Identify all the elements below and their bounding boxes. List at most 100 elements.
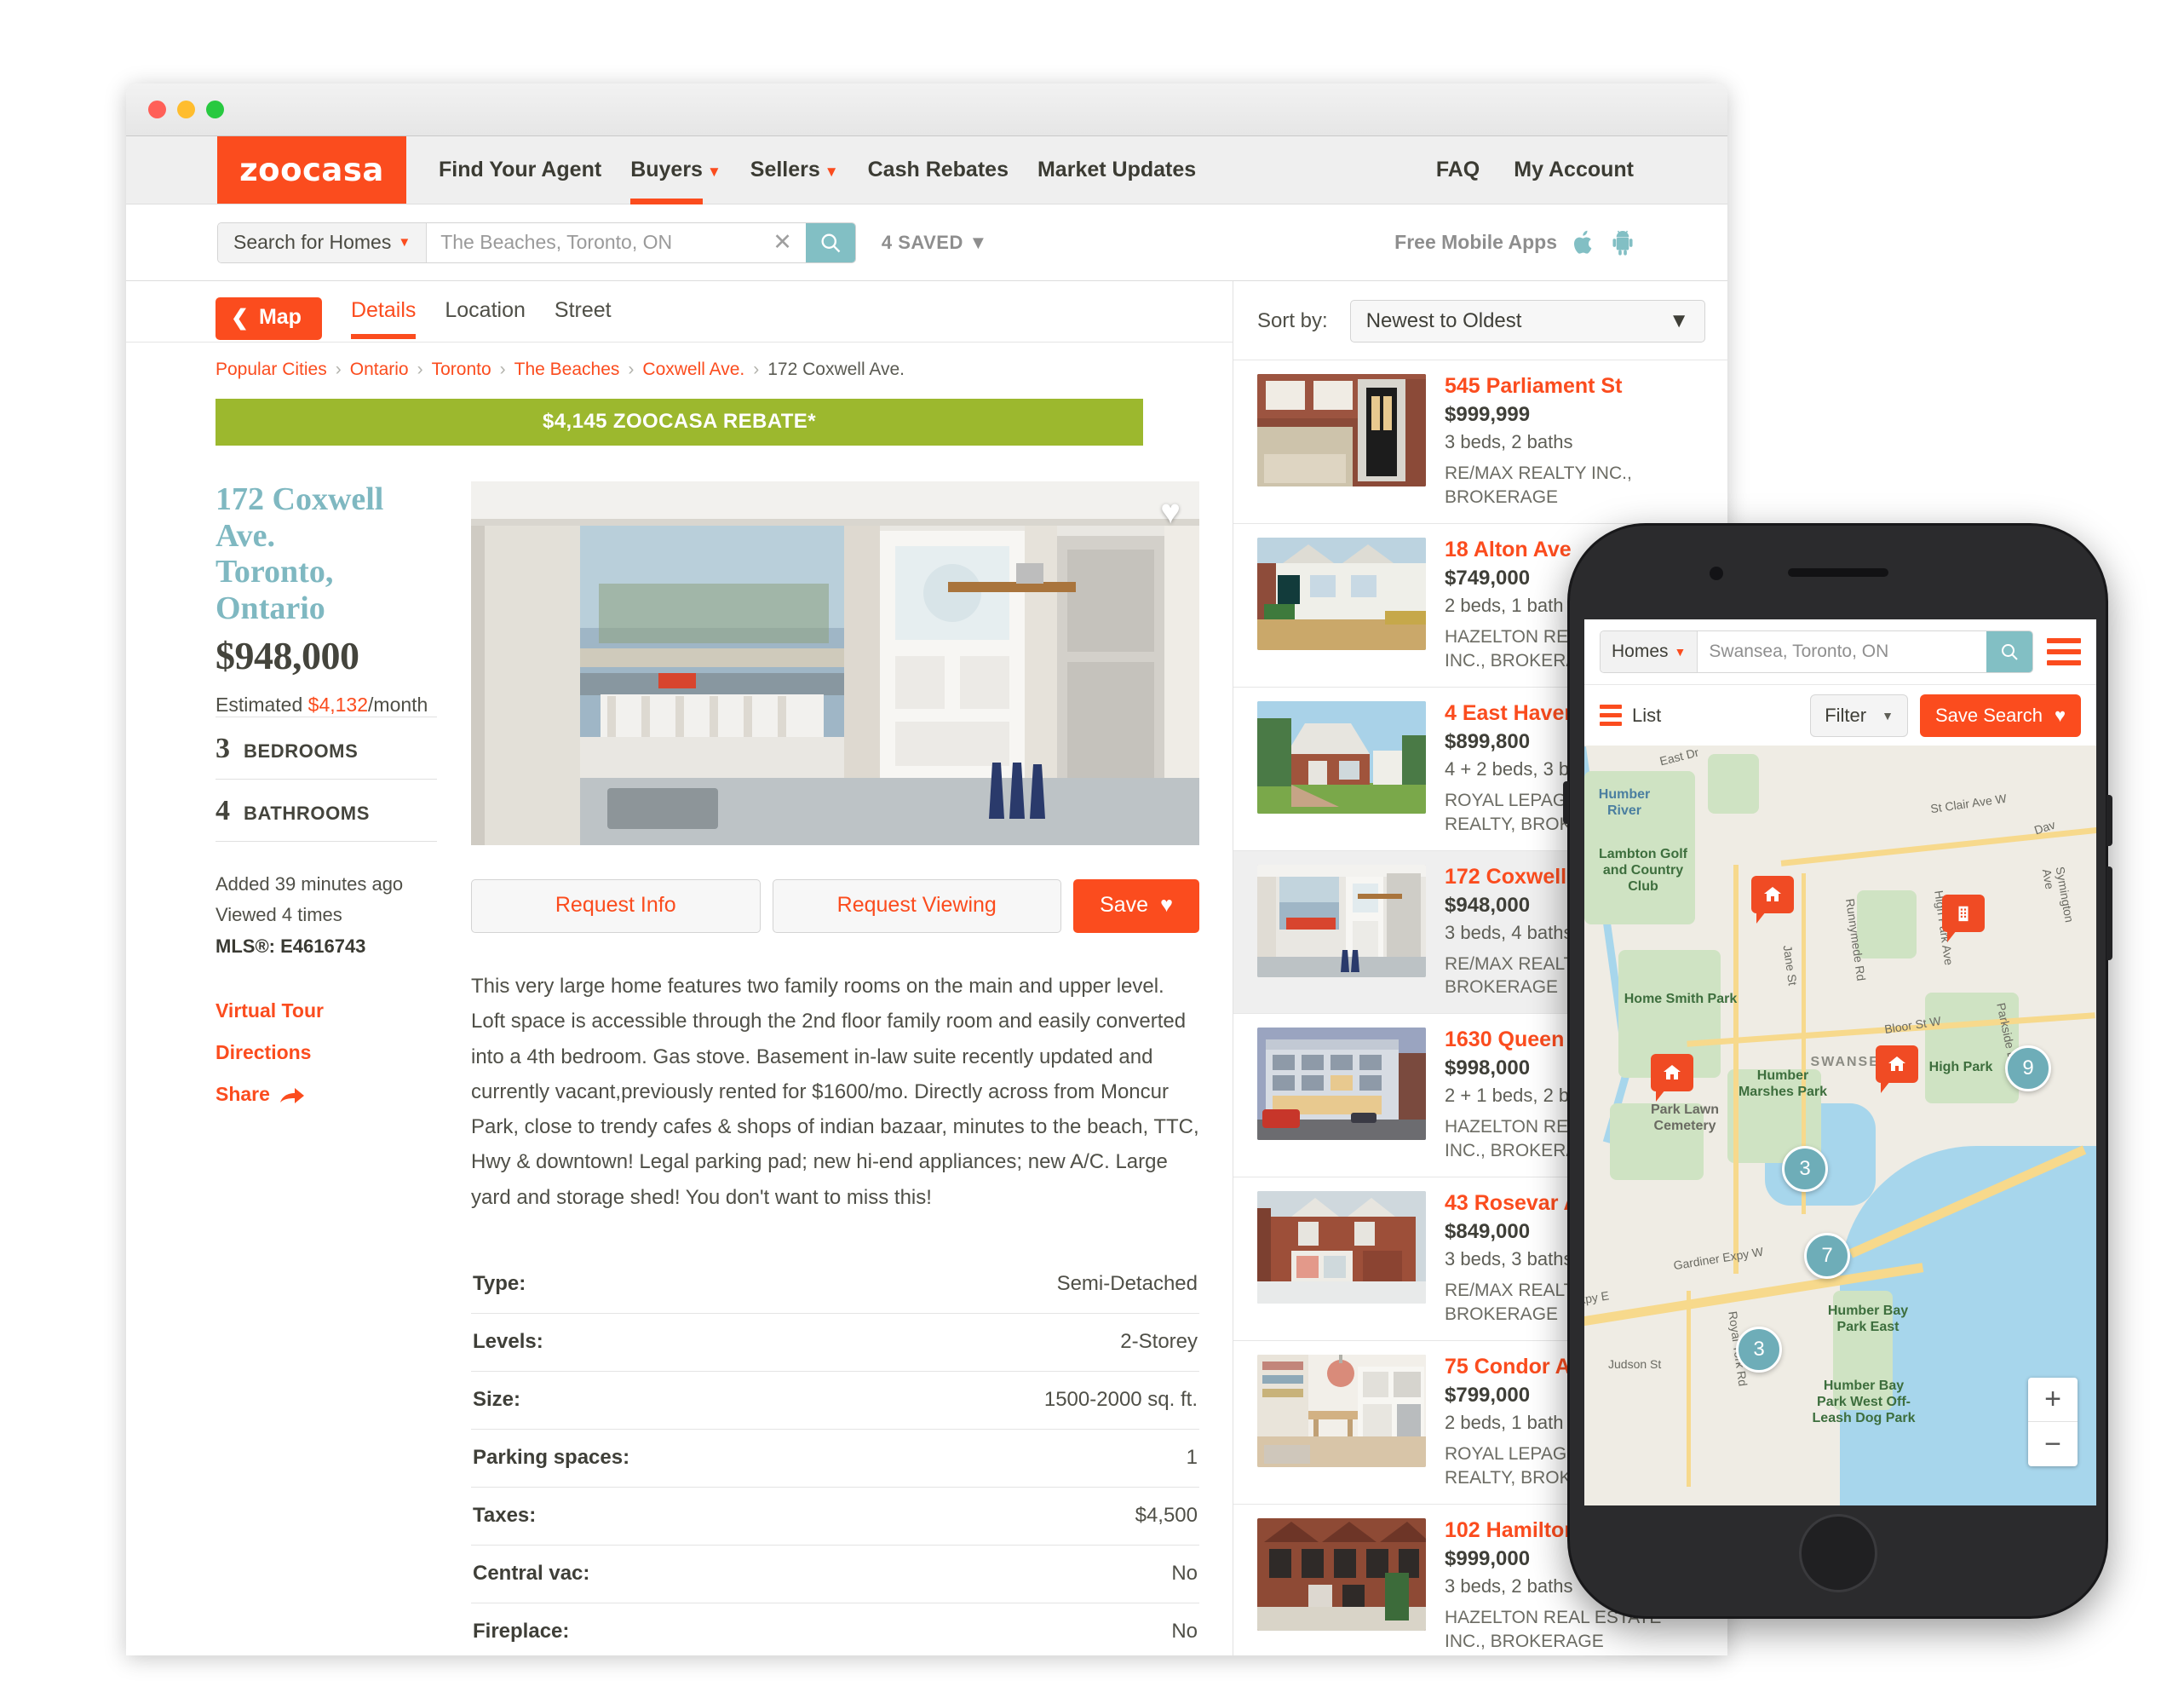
estimated-monthly: Estimated $4,132/month bbox=[216, 694, 437, 717]
save-search-label: Save Search bbox=[1934, 704, 2043, 726]
map-label-humber-river: Humber River bbox=[1598, 787, 1651, 819]
property-summary: 172 Coxwell Ave. Toronto, Ontario $948,0… bbox=[216, 481, 471, 1655]
map-marker-house[interactable] bbox=[1751, 876, 1794, 924]
fact-value: Semi-Detached bbox=[1056, 1271, 1198, 1295]
table-row: Type: Semi-Detached bbox=[471, 1256, 1199, 1314]
porch-photo bbox=[471, 481, 1199, 845]
phone-mockup: Homes ▼ Swansea, Toronto, ON List Filter bbox=[1563, 523, 2112, 1619]
save-button-label: Save bbox=[1100, 893, 1149, 917]
map-cluster-marker[interactable]: 7 bbox=[1804, 1233, 1850, 1279]
search-type-label: Search for Homes bbox=[233, 231, 392, 253]
phone-mute-switch[interactable] bbox=[1563, 781, 1569, 824]
favorite-heart-icon[interactable]: ♥ bbox=[1160, 493, 1181, 532]
breadcrumb-item-coxwell-ave[interactable]: Coxwell Ave. bbox=[642, 360, 744, 380]
nav-item-cash-rebates[interactable]: Cash Rebates bbox=[868, 135, 1009, 204]
chevron-right-icon: › bbox=[753, 360, 760, 379]
map-marker-building[interactable] bbox=[1942, 895, 1985, 942]
zoom-in-button[interactable]: + bbox=[2028, 1378, 2078, 1422]
table-row: Parking spaces: 1 bbox=[471, 1430, 1199, 1488]
map-marker-house[interactable] bbox=[1651, 1054, 1693, 1102]
fact-key: Central vac: bbox=[473, 1561, 590, 1585]
table-row: Size: 1500-2000 sq. ft. bbox=[471, 1372, 1199, 1430]
map-marker-house[interactable] bbox=[1876, 1045, 1918, 1093]
breadcrumb-item-the-beaches[interactable]: The Beaches bbox=[514, 360, 620, 380]
nav-item-find-your-agent[interactable]: Find Your Agent bbox=[439, 135, 601, 204]
mobile-search-box: Homes ▼ Swansea, Toronto, ON bbox=[1600, 630, 2033, 673]
listing-address[interactable]: 545 Parliament St bbox=[1445, 374, 1705, 399]
property-hero-image[interactable]: ♥ bbox=[471, 481, 1199, 845]
listing-info: 545 Parliament St $999,999 3 beds, 2 bat… bbox=[1445, 374, 1705, 509]
cluster-count: 3 bbox=[1799, 1157, 1811, 1180]
tab-details[interactable]: Details bbox=[350, 298, 417, 339]
chevron-down-icon: ▼ bbox=[1674, 645, 1687, 659]
list-view-toggle[interactable]: List bbox=[1600, 705, 1661, 727]
bathrooms-stat: 4 BATHROOMS bbox=[216, 779, 437, 841]
zoom-out-button[interactable]: − bbox=[2028, 1422, 2078, 1466]
map-cluster-marker[interactable]: 9 bbox=[2005, 1045, 2051, 1091]
request-viewing-button[interactable]: Request Viewing bbox=[772, 879, 1061, 933]
nav-item-faq[interactable]: FAQ bbox=[1436, 135, 1480, 204]
listing-beds-baths: 3 beds, 2 baths bbox=[1445, 431, 1573, 452]
directions-link[interactable]: Directions bbox=[216, 1041, 437, 1064]
browser-window: zoocasa Find Your Agent Buyers ▼ Sellers ▼… bbox=[126, 83, 1727, 1655]
cluster-count: 9 bbox=[2022, 1056, 2034, 1079]
sort-select[interactable]: Newest to Oldest ▼ bbox=[1349, 300, 1705, 343]
mobile-search-type-dropdown[interactable]: Homes ▼ bbox=[1601, 631, 1698, 672]
search-icon[interactable] bbox=[1986, 631, 2032, 672]
nav-item-my-account[interactable]: My Account bbox=[1514, 135, 1634, 204]
chevron-down-icon: ▼ bbox=[398, 235, 411, 250]
fact-value: $4,500 bbox=[1135, 1503, 1198, 1527]
apple-icon[interactable] bbox=[1571, 228, 1596, 257]
back-to-map-button[interactable]: ❮ Map bbox=[216, 296, 322, 340]
virtual-tour-link[interactable]: Virtual Tour bbox=[216, 999, 437, 1022]
breadcrumb-item-toronto[interactable]: Toronto bbox=[432, 360, 491, 380]
close-icon[interactable]: ✕ bbox=[759, 223, 806, 262]
listing-brokerage: RE/MAX REALTY INC., BROKERAGE bbox=[1445, 463, 1632, 507]
nav-item-sellers[interactable]: Sellers ▼ bbox=[750, 135, 839, 204]
mobile-map[interactable]: Humber River Lambton Golf and Country Club … bbox=[1584, 746, 2096, 1505]
link-label: Share bbox=[216, 1083, 270, 1106]
table-row: Central vac: No bbox=[471, 1546, 1199, 1603]
request-info-button[interactable]: Request Info bbox=[471, 879, 761, 933]
minimize-window-button[interactable] bbox=[177, 101, 195, 118]
house-icon bbox=[1664, 1065, 1681, 1079]
zoocasa-logo[interactable]: zoocasa bbox=[217, 136, 406, 204]
phone-volume-up-button[interactable] bbox=[2106, 795, 2112, 846]
breadcrumb-current: 172 Coxwell Ave. bbox=[767, 360, 905, 379]
search-type-dropdown[interactable]: Search for Homes ▼ bbox=[218, 222, 428, 262]
close-window-button[interactable] bbox=[148, 101, 166, 118]
cluster-count: 3 bbox=[1753, 1338, 1765, 1361]
saved-searches-dropdown[interactable]: 4 SAVED ▼ bbox=[882, 232, 988, 254]
property-meta: Added 39 minutes ago Viewed 4 times MLS®… bbox=[216, 869, 437, 962]
map-zoom-controls: + − bbox=[2028, 1378, 2078, 1466]
phone-home-button[interactable] bbox=[1798, 1514, 1877, 1592]
phone-volume-down-button[interactable] bbox=[2106, 866, 2112, 960]
breadcrumb-item-ontario[interactable]: Ontario bbox=[350, 360, 409, 380]
fact-value: 1500-2000 sq. ft. bbox=[1043, 1387, 1198, 1411]
map-cluster-marker[interactable]: 3 bbox=[1736, 1327, 1782, 1373]
map-cluster-marker[interactable]: 3 bbox=[1782, 1146, 1828, 1192]
listing-thumbnail bbox=[1257, 537, 1426, 650]
nav-item-buyers[interactable]: Buyers ▼ bbox=[630, 135, 721, 204]
map-label-high-park: High Park bbox=[1928, 1060, 1993, 1074]
tab-location[interactable]: Location bbox=[445, 298, 526, 338]
breadcrumb-item-popular-cities[interactable]: Popular Cities bbox=[216, 360, 327, 380]
mobile-search-input[interactable]: Swansea, Toronto, ON bbox=[1698, 631, 1986, 672]
maximize-window-button[interactable] bbox=[206, 101, 224, 118]
hamburger-icon[interactable] bbox=[2047, 638, 2081, 665]
tab-street[interactable]: Street bbox=[555, 298, 612, 338]
save-search-button[interactable]: Save Search ♥ bbox=[1919, 694, 2081, 737]
nav-item-market-updates[interactable]: Market Updates bbox=[1037, 135, 1196, 204]
filter-button[interactable]: Filter ▼ bbox=[1810, 694, 1908, 737]
chevron-right-icon: › bbox=[417, 360, 423, 379]
android-icon[interactable] bbox=[1610, 228, 1635, 257]
table-row: Levels: 2-Storey bbox=[471, 1314, 1199, 1372]
search-input[interactable]: The Beaches, Toronto, ON bbox=[427, 223, 759, 262]
property-description: This very large home features two family… bbox=[471, 975, 1199, 1209]
chevron-down-icon: ▼ bbox=[1669, 309, 1689, 332]
save-button[interactable]: Save ♥ bbox=[1073, 879, 1199, 933]
sort-row: Sort by: Newest to Oldest ▼ bbox=[1233, 281, 1727, 360]
share-link[interactable]: Share bbox=[216, 1083, 437, 1106]
search-icon[interactable] bbox=[805, 222, 855, 262]
list-item[interactable]: 545 Parliament St $999,999 3 beds, 2 bat… bbox=[1233, 360, 1727, 523]
